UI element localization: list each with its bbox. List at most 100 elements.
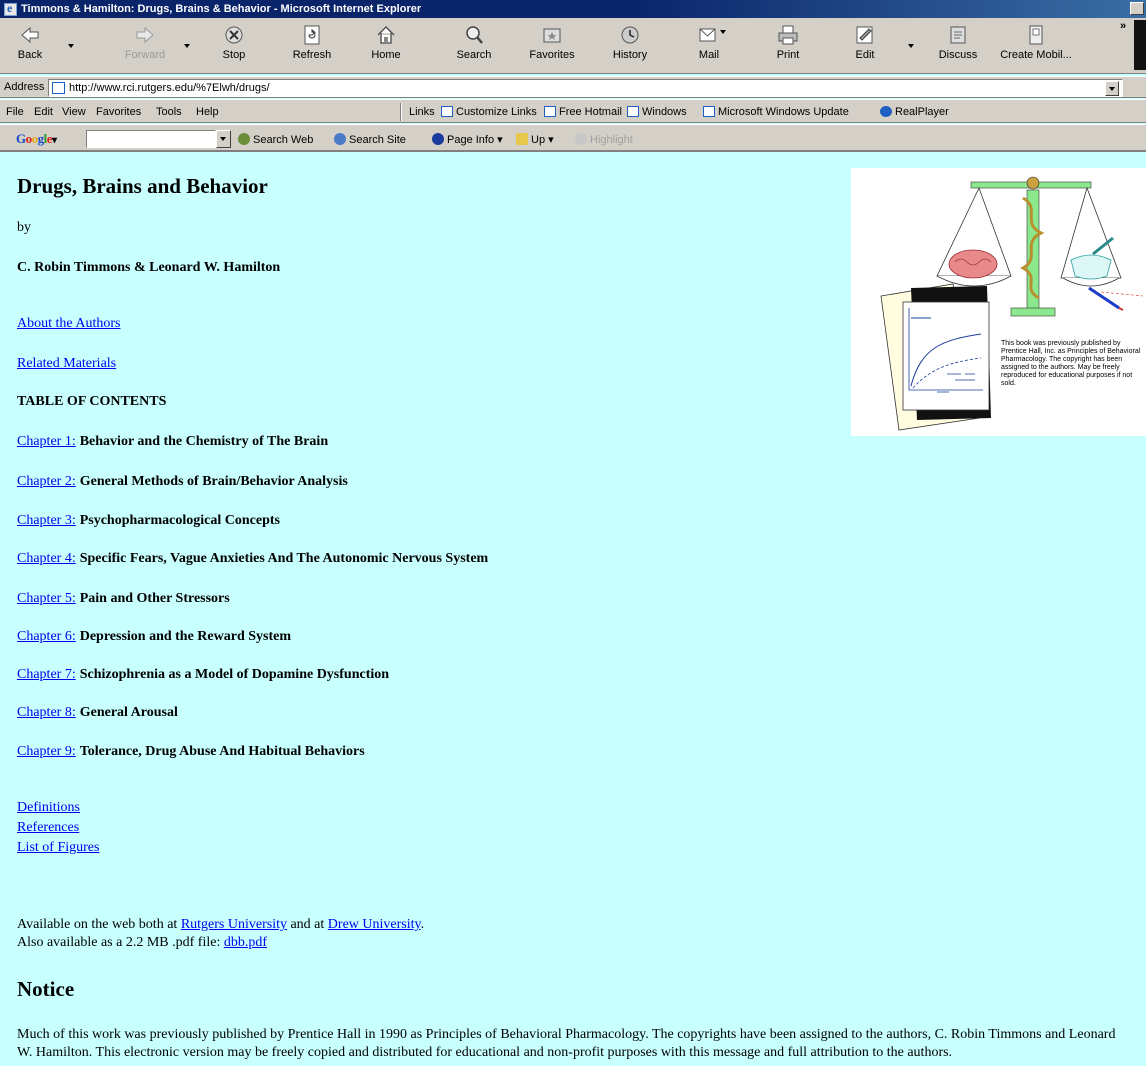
chapter-9-link[interactable]: Chapter 9: — [17, 744, 76, 759]
availability-line: Available on the web both at Rutgers Uni… — [17, 917, 424, 933]
link-customize-links[interactable]: Customize Links — [441, 106, 537, 118]
chapter-1-link[interactable]: Chapter 1: — [17, 434, 76, 449]
chapter-5-link[interactable]: Chapter 5: — [17, 591, 76, 606]
link-windows-label: Windows — [642, 106, 687, 118]
google-toolbar: Google▾ Search Web Search Site Page Info… — [0, 124, 1146, 152]
chapter-7-link[interactable]: Chapter 7: — [17, 667, 76, 682]
toolbar-overflow-chevron[interactable]: » — [1120, 20, 1126, 32]
edit-button[interactable]: Edit — [850, 22, 880, 70]
minimize-button[interactable] — [1130, 2, 1144, 15]
ie-page-icon — [627, 106, 639, 117]
pdf-line: Also available as a 2.2 MB .pdf file: db… — [17, 935, 267, 951]
google-search-input[interactable] — [86, 130, 216, 148]
search-button[interactable]: Search — [452, 22, 496, 70]
favorites-button[interactable]: Favorites — [526, 22, 578, 70]
chapter-6-link[interactable]: Chapter 6: — [17, 629, 76, 644]
stop-button[interactable]: Stop — [216, 22, 252, 70]
google-search-dropdown[interactable] — [216, 130, 231, 148]
folder-up-icon — [516, 133, 528, 145]
about-authors-link[interactable]: About the Authors — [17, 316, 120, 332]
related-materials-link[interactable]: Related Materials — [17, 356, 116, 372]
chapter-row: Chapter 4: Specific Fears, Vague Anxieti… — [17, 549, 488, 567]
history-icon — [621, 26, 639, 44]
up-button[interactable]: Up ▾ — [516, 133, 554, 146]
menu-file[interactable]: File — [6, 106, 24, 118]
refresh-icon — [304, 25, 320, 45]
page-info-button[interactable]: Page Info ▾ — [432, 133, 503, 146]
page-info-label: Page Info — [447, 134, 495, 146]
print-icon — [778, 25, 798, 45]
refresh-label: Refresh — [292, 49, 332, 61]
links-label[interactable]: Links — [409, 106, 435, 118]
discuss-label: Discuss — [938, 49, 978, 61]
chapter-title: General Arousal — [79, 705, 178, 720]
notice-text: Much of this work was previously publish… — [17, 1027, 1116, 1060]
cover-caption: This book was previously published by Pr… — [1001, 340, 1141, 387]
links-separator — [400, 103, 402, 121]
address-dropdown-icon[interactable] — [1105, 81, 1119, 96]
home-icon — [377, 26, 395, 44]
menu-favorites[interactable]: Favorites — [96, 106, 141, 118]
ie-logo-icon — [4, 1, 17, 16]
forward-button[interactable]: Forward — [120, 22, 170, 70]
menu-edit[interactable]: Edit — [34, 106, 53, 118]
home-button[interactable]: Home — [368, 22, 404, 70]
link-realplayer-label: RealPlayer — [895, 106, 949, 118]
link-free-hotmail[interactable]: Free Hotmail — [544, 106, 622, 118]
edit-icon — [856, 26, 873, 44]
forward-dropdown-icon[interactable] — [184, 44, 190, 48]
stop-label: Stop — [222, 49, 246, 61]
list-of-figures-link[interactable]: List of Figures — [17, 840, 99, 856]
address-bar: Address http://www.rci.rutgers.edu/%7Elw… — [0, 76, 1146, 98]
forward-arrow-icon — [136, 26, 154, 44]
refresh-button[interactable]: Refresh — [290, 22, 334, 70]
chapter-4-link[interactable]: Chapter 4: — [17, 551, 76, 566]
definitions-link[interactable]: Definitions — [17, 800, 80, 816]
availability-suffix: . — [420, 917, 425, 932]
references-link[interactable]: References — [17, 820, 79, 836]
menu-help[interactable]: Help — [196, 106, 219, 118]
chapter-8-link[interactable]: Chapter 8: — [17, 705, 76, 720]
pdf-link[interactable]: dbb.pdf — [224, 935, 267, 950]
address-url: http://www.rci.rutgers.edu/%7Elwh/drugs/ — [69, 82, 270, 94]
drew-link[interactable]: Drew University — [328, 917, 421, 932]
menu-view[interactable]: View — [62, 106, 86, 118]
chapter-title: Specific Fears, Vague Anxieties And The … — [79, 551, 489, 566]
notice-heading: Notice — [17, 977, 75, 1001]
back-label: Back — [17, 49, 43, 61]
address-input[interactable]: http://www.rci.rutgers.edu/%7Elwh/drugs/ — [48, 79, 1123, 97]
google-logo[interactable]: Google▾ — [16, 131, 57, 147]
highlight-button[interactable]: Highlight — [575, 133, 633, 146]
back-dropdown-icon[interactable] — [68, 44, 74, 48]
availability-prefix: Available on the web both at — [17, 917, 181, 932]
link-windows[interactable]: Windows — [627, 106, 687, 118]
realplayer-icon — [880, 106, 892, 117]
edit-dropdown-icon[interactable] — [908, 44, 914, 48]
create-mobile-icon — [1029, 25, 1043, 45]
create-mobile-button[interactable]: Create Mobil... — [998, 22, 1074, 70]
mail-dropdown-icon[interactable] — [720, 30, 726, 34]
search-icon — [466, 26, 483, 44]
chapter-title: Psychopharmacological Concepts — [79, 513, 280, 528]
rutgers-link[interactable]: Rutgers University — [181, 917, 287, 932]
link-realplayer[interactable]: RealPlayer — [880, 106, 949, 118]
search-web-button[interactable]: Search Web — [238, 133, 313, 146]
chapter-3-link[interactable]: Chapter 3: — [17, 513, 76, 528]
chapter-title: Depression and the Reward System — [79, 629, 292, 644]
address-label: Address — [4, 81, 45, 93]
page-icon — [52, 82, 65, 94]
discuss-button[interactable]: Discuss — [936, 22, 980, 70]
history-button[interactable]: History — [608, 22, 652, 70]
search-site-button[interactable]: Search Site — [334, 133, 406, 146]
standard-toolbar: Back Forward Stop Refresh Home Search Fa… — [0, 18, 1146, 74]
menu-tools[interactable]: Tools — [156, 106, 182, 118]
history-label: History — [612, 49, 648, 61]
print-button[interactable]: Print — [772, 22, 804, 70]
chapter-title: Pain and Other Stressors — [79, 591, 230, 606]
back-arrow-icon — [21, 26, 39, 44]
search-site-label: Search Site — [349, 134, 406, 146]
chapter-2-link[interactable]: Chapter 2: — [17, 474, 76, 489]
back-button[interactable]: Back — [10, 22, 50, 70]
link-windows-update[interactable]: Microsoft Windows Update — [703, 106, 849, 118]
search-web-label: Search Web — [253, 134, 314, 146]
